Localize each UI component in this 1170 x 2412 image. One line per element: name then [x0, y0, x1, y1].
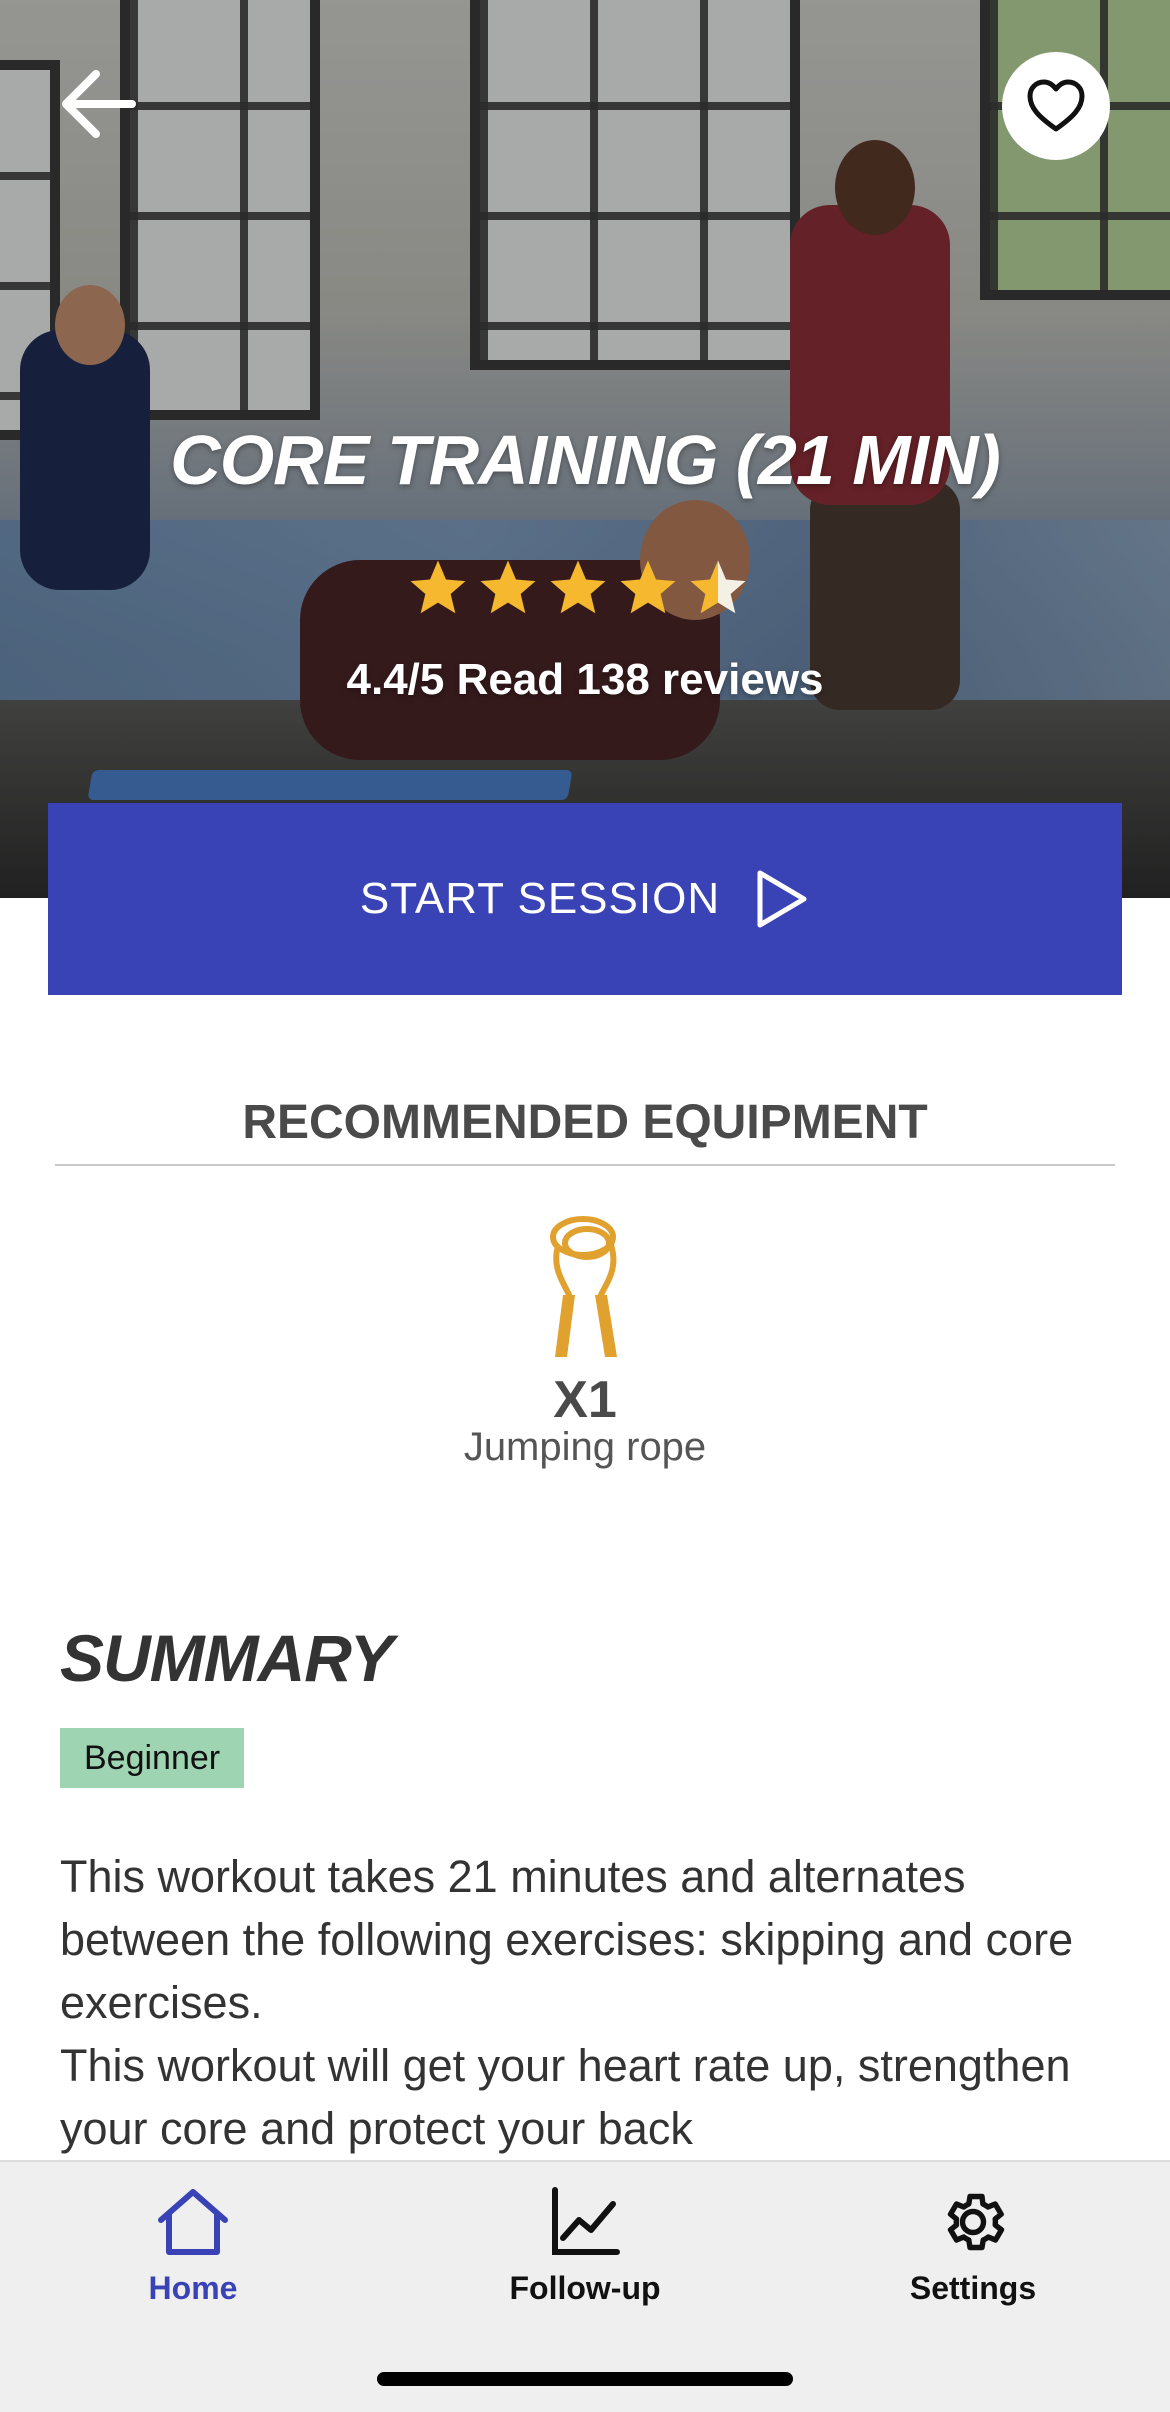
- rating-stars: [405, 555, 765, 625]
- summary-title: SUMMARY: [60, 1621, 394, 1695]
- heart-icon: [1027, 79, 1085, 132]
- star-icon: [620, 560, 676, 614]
- jump-rope-icon: [550, 1216, 617, 1357]
- tab-follow-up[interactable]: Follow-up: [455, 2182, 715, 2332]
- summary-description: This workout takes 21 minutes and altern…: [60, 1845, 1120, 2160]
- favorite-button[interactable]: [1002, 52, 1110, 160]
- chart-line-icon: [552, 2187, 620, 2255]
- start-session-button[interactable]: START SESSION: [48, 803, 1122, 995]
- hero-image: CORE TRAINING (21 MIN) 4.4/5 Read 138 re…: [0, 0, 1170, 898]
- home-icon: [158, 2189, 228, 2255]
- summary-paragraph: This workout will get your heart rate up…: [60, 2040, 1071, 2154]
- star-icon: [550, 560, 606, 614]
- gear-icon: [947, 2193, 1005, 2251]
- equipment-name: Jumping rope: [463, 1425, 707, 1469]
- equipment-quantity: X1: [553, 1371, 617, 1429]
- play-icon: [757, 870, 807, 928]
- workout-title: CORE TRAINING (21 MIN): [170, 421, 1001, 499]
- tab-settings-label: Settings: [909, 2270, 1037, 2306]
- tab-settings[interactable]: Settings: [843, 2182, 1103, 2332]
- star-half-icon: [690, 560, 746, 614]
- start-session-label: START SESSION: [359, 874, 721, 923]
- equipment-heading: RECOMMENDED EQUIPMENT: [242, 1096, 928, 1149]
- home-indicator: [377, 2372, 793, 2386]
- star-icon: [410, 560, 466, 614]
- back-button[interactable]: [50, 62, 146, 146]
- summary-paragraph: This workout takes 21 minutes and altern…: [60, 1851, 1074, 2028]
- rating-reviews-link[interactable]: 4.4/5 Read 138 reviews: [0, 655, 1170, 705]
- star-icon: [480, 560, 536, 614]
- tab-home[interactable]: Home: [63, 2182, 323, 2332]
- divider: [55, 1164, 1115, 1166]
- tab-home-label: Home: [148, 2270, 238, 2306]
- tab-follow-up-label: Follow-up: [509, 2270, 661, 2306]
- level-badge: Beginner: [60, 1728, 245, 1788]
- arrow-left-icon: [62, 70, 136, 138]
